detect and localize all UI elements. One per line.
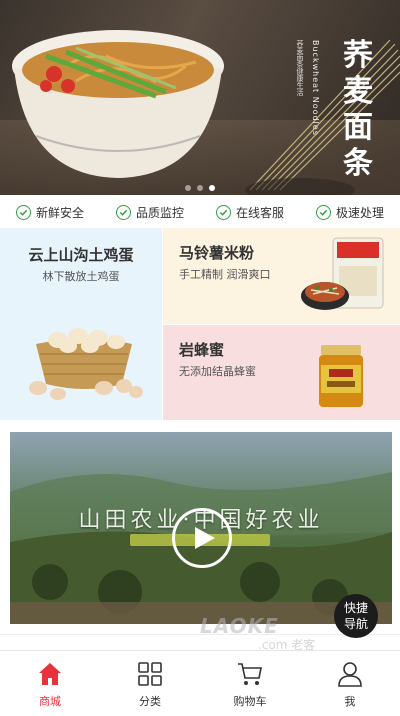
tab-label: 购物车	[233, 695, 267, 708]
check-circle-icon	[315, 204, 331, 220]
banner-carousel[interactable]: Buckwheat Noodles 荞麦面条健康生活 荞麦 面条	[0, 0, 400, 195]
carousel-dot[interactable]	[197, 185, 203, 191]
tab-cart[interactable]: 购物车	[200, 651, 300, 716]
check-circle-icon	[115, 204, 131, 220]
tab-me[interactable]: 我	[300, 651, 400, 716]
quick-nav-button[interactable]: 快捷 导航	[334, 594, 378, 638]
banner-small-text: 荞麦面条健康生活	[296, 40, 304, 96]
play-icon	[195, 527, 215, 549]
product-card-eggs[interactable]: 云上山沟土鸡蛋 林下散放土鸡蛋	[0, 228, 162, 420]
category-icon	[138, 662, 162, 686]
feature-fast-processing: 极速处理	[315, 204, 384, 221]
play-button[interactable]	[172, 508, 232, 568]
tab-label: 我	[344, 695, 356, 708]
carousel-dot-active[interactable]	[209, 185, 215, 191]
honey-jar-image	[319, 345, 363, 407]
banner-title-en: Buckwheat Noodles	[311, 40, 320, 136]
product-title: 岩蜂蜜	[179, 341, 225, 359]
user-icon	[338, 662, 362, 687]
carousel-dot[interactable]	[185, 185, 191, 191]
check-circle-icon	[15, 204, 31, 220]
check-circle-icon	[215, 204, 231, 220]
tab-label: 分类	[139, 695, 161, 708]
home-icon	[39, 663, 61, 685]
product-subtitle: 手工精制 润滑爽口	[179, 268, 271, 281]
promo-video[interactable]: 山田农业·中国好农业	[10, 432, 392, 624]
product-title: 云上山沟土鸡蛋	[28, 246, 134, 264]
feature-label: 新鲜安全	[35, 205, 84, 220]
cart-icon	[238, 663, 262, 685]
noodle-bowl-image	[6, 26, 230, 190]
feature-online-service: 在线客服	[215, 204, 284, 221]
feature-label: 极速处理	[335, 205, 384, 220]
quick-nav-line2: 导航	[343, 617, 368, 631]
product-grid: 云上山沟土鸡蛋 林下散放土鸡蛋 马铃薯米粉 手工精制 润滑爽口 岩蜂蜜 无添加结…	[0, 228, 400, 420]
egg-basket-image	[29, 328, 143, 400]
tab-label: 商城	[39, 695, 61, 708]
product-card-vermicelli[interactable]: 马铃薯米粉 手工精制 润滑爽口	[163, 228, 400, 324]
feature-label: 品质监控	[135, 205, 184, 220]
feature-fresh-safe: 新鲜安全	[15, 204, 84, 221]
feature-label: 在线客服	[235, 205, 284, 220]
watermark-logo: LAOKE	[200, 614, 279, 638]
feature-quality-control: 品质监控	[115, 204, 184, 221]
carousel-indicator	[0, 176, 400, 195]
product-card-honey[interactable]: 岩蜂蜜 无添加结晶蜂蜜	[163, 325, 400, 420]
service-features: 新鲜安全 品质监控 在线客服 极速处理	[0, 196, 400, 228]
banner-title: 荞麦 面条	[343, 38, 375, 181]
product-subtitle: 林下散放土鸡蛋	[42, 270, 120, 283]
bottom-tab-bar: 商城 分类 购物车 我	[0, 650, 400, 716]
tab-category[interactable]: 分类	[100, 651, 200, 716]
tab-home[interactable]: 商城	[0, 651, 100, 716]
vermicelli-package-image	[301, 237, 384, 310]
quick-nav-line1: 快捷	[343, 601, 368, 615]
product-subtitle: 无添加结晶蜂蜜	[179, 365, 256, 378]
product-title: 马铃薯米粉	[179, 244, 255, 262]
